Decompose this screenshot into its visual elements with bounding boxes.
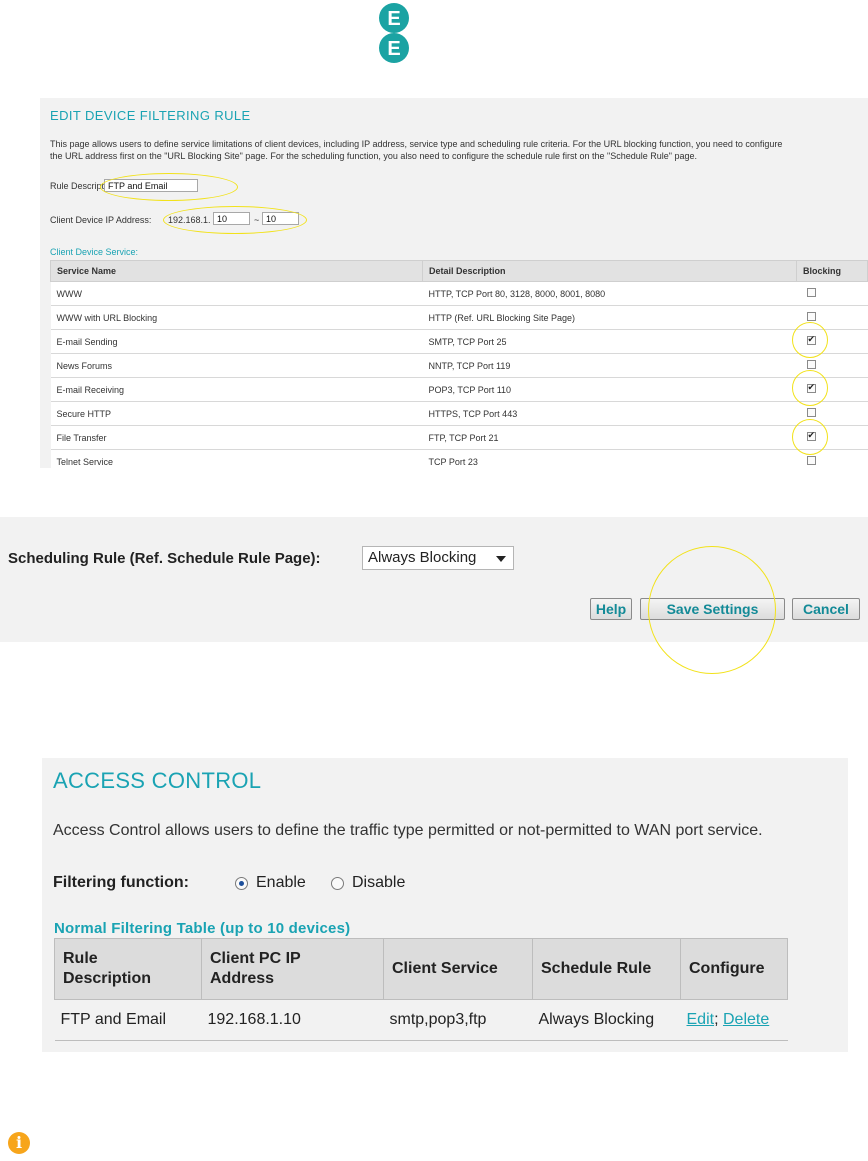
col-client-pc-ip-label: Client PC IP Address [210,950,301,987]
service-detail: POP3, TCP Port 110 [422,377,797,402]
service-detail: FTP, TCP Port 21 [422,425,797,450]
delete-link[interactable]: Delete [723,1011,769,1028]
col-client-pc-ip: Client PC IP Address [201,938,384,1000]
table-row: E-mail Sending SMTP, TCP Port 25 [50,329,868,354]
filter-rule-description-line1: This page allows users to define service… [50,139,783,149]
access-control-title: ACCESS CONTROL [53,768,262,793]
table-row: File Transfer FTP, TCP Port 21 [50,425,868,450]
row-client-service: smtp,pop3,ftp [383,999,533,1041]
table-row: E-mail Receiving POP3, TCP Port 110 [50,377,868,402]
configure-separator: ; [714,1011,719,1028]
row-configure: Edit; Delete [680,999,788,1041]
col-configure: Configure [680,938,788,1000]
table-row: Secure HTTP HTTPS, TCP Port 443 [50,401,868,426]
logo-letter-bottom: E [387,38,400,60]
scheduling-rule-value: Always Blocking [368,549,477,566]
highlight-save-settings [648,546,776,674]
service-name: WWW [50,281,423,306]
table-row: News Forums NNTP, TCP Port 119 [50,353,868,378]
access-control-panel: ACCESS CONTROL Access Control allows use… [42,758,848,1052]
filtering-function-label: Filtering function: [53,874,189,891]
service-detail: HTTPS, TCP Port 443 [422,401,797,426]
highlight-file-transfer [792,419,828,455]
help-button[interactable]: Help [590,598,632,620]
col-detail-description: Detail Description [422,260,797,282]
chevron-down-icon [496,556,506,562]
service-detail: HTTP, TCP Port 80, 3128, 8000, 8001, 808… [422,281,797,306]
service-table: Service Name Detail Description Blocking… [50,260,868,468]
filter-rule-description: This page allows users to define service… [50,138,868,162]
disable-label: Disable [352,874,406,891]
blocking-checkbox[interactable] [806,360,816,369]
service-table-header: Service Name Detail Description Blocking [50,260,868,282]
filter-rule-description-line2: the URL address first on the "URL Blocki… [50,151,697,161]
service-detail: SMTP, TCP Port 25 [422,329,797,354]
blocking-checkbox[interactable] [806,408,816,417]
col-rule-description-label: Rule Description [63,950,152,987]
service-detail: TCP Port 23 [422,449,797,468]
cancel-button[interactable]: Cancel [792,598,860,620]
service-name: Secure HTTP [50,401,423,426]
blocking-checkbox[interactable] [806,288,816,297]
col-schedule-rule: Schedule Rule [532,938,681,1000]
col-client-service: Client Service [383,938,533,1000]
table-row: FTP and Email 192.168.1.10 smtp,pop3,ftp… [54,999,788,1041]
highlight-ip-range [163,206,307,234]
row-rule-description: FTP and Email [54,999,202,1041]
row-schedule-rule: Always Blocking [532,999,681,1041]
table-row: WWW HTTP, TCP Port 80, 3128, 8000, 8001,… [50,281,868,306]
logo-letter-top: E [387,8,400,30]
scheduling-rule-select[interactable]: Always Blocking [362,546,514,570]
service-name: Telnet Service [50,449,423,468]
row-client-ip: 192.168.1.10 [201,999,384,1041]
edit-filtering-rule-panel: EDIT DEVICE FILTERING RULE This page all… [40,98,868,468]
service-detail: HTTP (Ref. URL Blocking Site Page) [422,305,797,330]
ee-logo: E E [379,3,409,63]
filtering-table: Rule Description Client PC IP Address Cl… [54,938,788,1041]
filtering-table-title: Normal Filtering Table (up to 10 devices… [54,920,351,937]
col-blocking: Blocking [796,260,868,282]
service-name: E-mail Sending [50,329,423,354]
highlight-email-receiving [792,370,828,406]
service-name: News Forums [50,353,423,378]
edit-link[interactable]: Edit [687,1011,715,1028]
service-detail: NNTP, TCP Port 119 [422,353,797,378]
service-name: WWW with URL Blocking [50,305,423,330]
client-ip-label: Client Device IP Address: [50,215,152,225]
blocking-checkbox[interactable] [806,456,816,465]
col-service-name: Service Name [50,260,423,282]
blocking-cell [796,281,868,306]
disable-radio[interactable] [331,877,344,890]
highlight-rule-description [100,173,238,201]
filtering-table-header: Rule Description Client PC IP Address Cl… [54,938,788,1000]
service-name: File Transfer [50,425,423,450]
access-control-description: Access Control allows users to define th… [53,822,763,839]
filter-rule-title: EDIT DEVICE FILTERING RULE [50,108,251,123]
blocking-checkbox[interactable] [806,312,816,321]
enable-radio[interactable] [235,877,248,890]
service-name: E-mail Receiving [50,377,423,402]
table-row: Telnet Service TCP Port 23 [50,449,868,468]
table-row: WWW with URL Blocking HTTP (Ref. URL Blo… [50,305,868,330]
info-icon: i [8,1132,30,1154]
highlight-email-sending [792,322,828,358]
col-rule-description: Rule Description [54,938,202,1000]
client-device-service-heading: Client Device Service: [50,247,139,257]
enable-label: Enable [256,874,306,891]
scheduling-rule-label: Scheduling Rule (Ref. Schedule Rule Page… [8,550,321,567]
